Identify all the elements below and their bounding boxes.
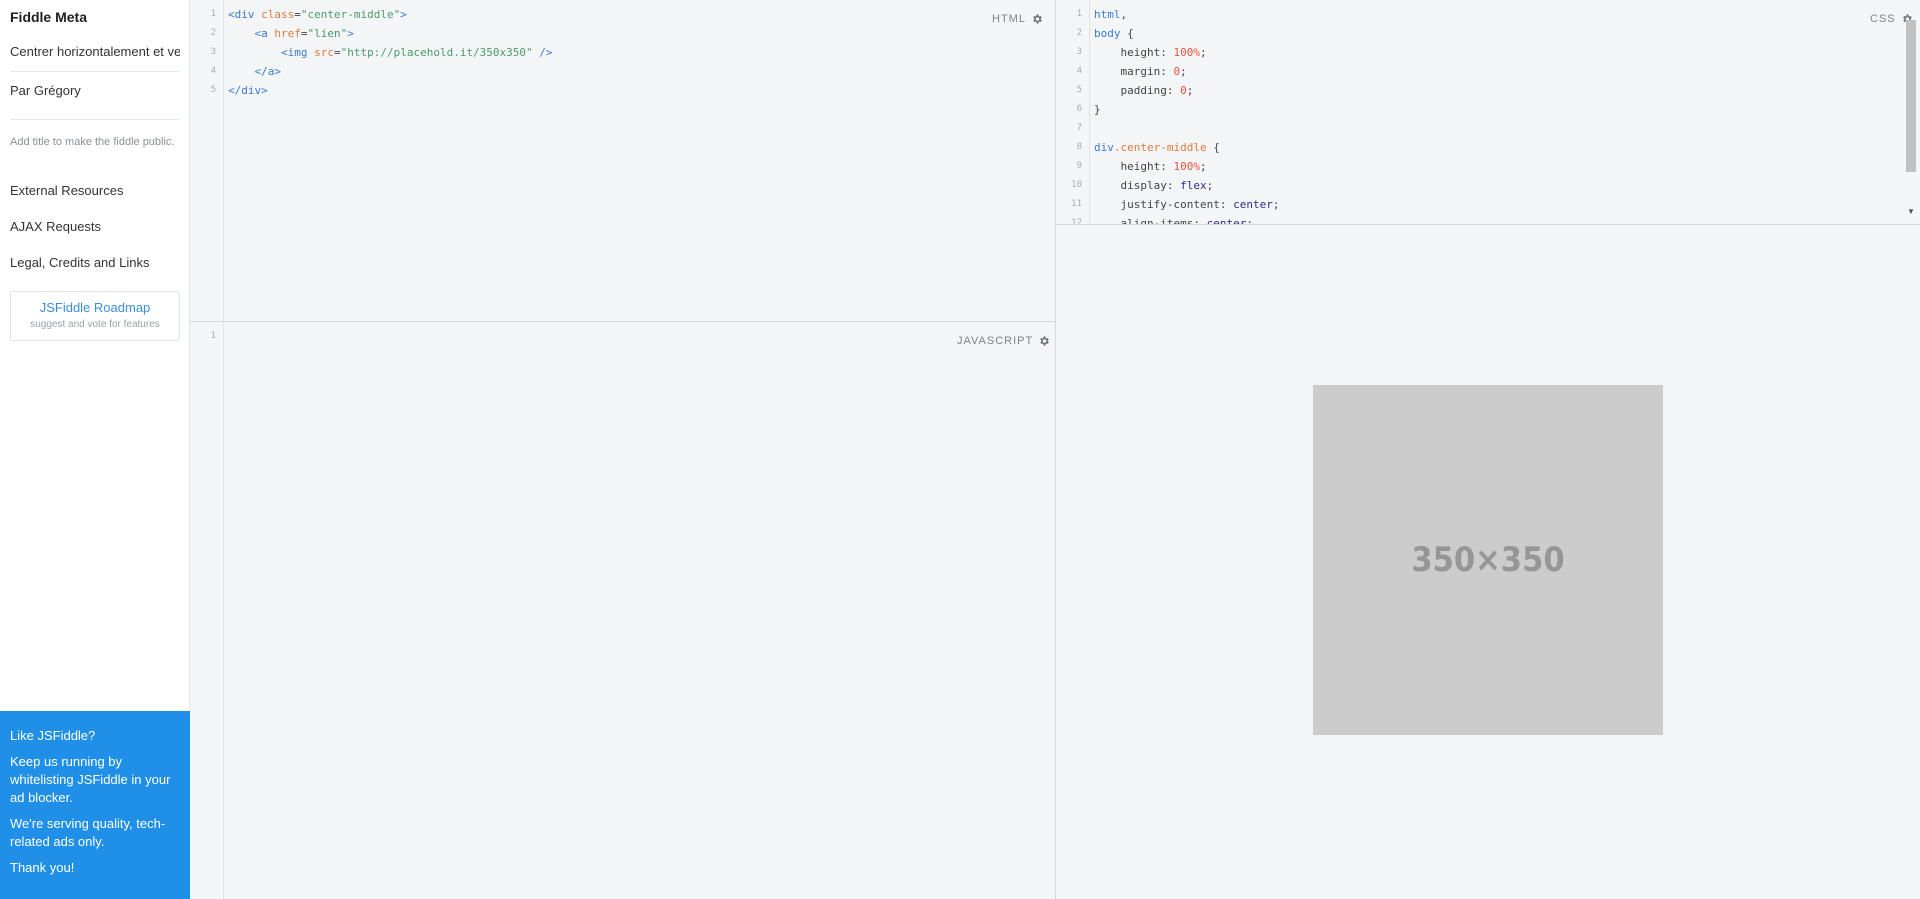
sidebar-hint: Add title to make the fiddle public. bbox=[10, 136, 175, 148]
sidebar-link-legal[interactable]: Legal, Credits and Links bbox=[10, 255, 149, 270]
line-number: 6 bbox=[1076, 104, 1082, 114]
promo-line-3: Thank you! bbox=[10, 860, 75, 875]
line-number: 2 bbox=[210, 28, 216, 38]
css-gutter: 1 2 3 4 5 6 7 8 9 10 11 12 bbox=[1056, 0, 1090, 224]
html-js-divider[interactable] bbox=[190, 321, 1055, 322]
sidebar: Fiddle Meta Centrer horizontalement et v… bbox=[0, 0, 190, 899]
scroll-down-arrow-icon[interactable]: ▼ bbox=[1906, 208, 1916, 216]
line-number: 5 bbox=[1076, 85, 1082, 95]
promo-line-1: Keep us running by whitelisting JSFiddle… bbox=[10, 754, 171, 805]
sidebar-link-ajax-requests[interactable]: AJAX Requests bbox=[10, 219, 101, 234]
html-panel-label[interactable]: HTML bbox=[992, 13, 1043, 25]
fiddle-title-input[interactable]: Centrer horizontalement et ve bbox=[10, 44, 180, 72]
js-gutter: 1 bbox=[190, 322, 224, 899]
css-scrollbar[interactable] bbox=[1906, 20, 1916, 172]
sidebar-link-external-resources[interactable]: External Resources bbox=[10, 183, 123, 198]
line-number: 5 bbox=[210, 85, 216, 95]
placeholder-image[interactable]: 350×350 bbox=[1313, 385, 1663, 735]
javascript-label-text: JAVASCRIPT bbox=[957, 335, 1034, 347]
gear-icon[interactable] bbox=[1031, 13, 1043, 25]
line-number: 9 bbox=[1076, 161, 1082, 171]
roadmap-button[interactable]: JSFiddle Roadmap suggest and vote for fe… bbox=[10, 291, 180, 341]
line-number: 4 bbox=[1076, 66, 1082, 76]
result-panel: 350×350 bbox=[1056, 225, 1920, 899]
line-number: 11 bbox=[1071, 199, 1082, 209]
line-number: 2 bbox=[1076, 28, 1082, 38]
line-number: 7 bbox=[1076, 123, 1082, 133]
html-label-text: HTML bbox=[992, 13, 1026, 25]
placeholder-text: 350×350 bbox=[1411, 540, 1565, 580]
gear-icon[interactable] bbox=[1038, 335, 1050, 347]
adblock-promo: Like JSFiddle? Keep us running by whitel… bbox=[0, 711, 190, 899]
javascript-panel-label[interactable]: JAVASCRIPT bbox=[957, 335, 1050, 347]
sidebar-title: Fiddle Meta bbox=[10, 9, 88, 25]
line-number: 4 bbox=[210, 66, 216, 76]
line-number: 10 bbox=[1071, 180, 1082, 190]
line-number: 1 bbox=[1076, 9, 1082, 19]
fiddle-author-field[interactable]: Par Grégory bbox=[10, 83, 180, 120]
promo-line-2: We're serving quality, tech-related ads … bbox=[10, 816, 166, 849]
line-number: 1 bbox=[210, 9, 216, 19]
css-editor[interactable]: 1 2 3 4 5 6 7 8 9 10 11 12 html, body { … bbox=[1056, 0, 1920, 224]
line-number: 8 bbox=[1076, 142, 1082, 152]
javascript-editor[interactable]: 1 JAVASCRIPT bbox=[190, 322, 1055, 899]
promo-heading: Like JSFiddle? bbox=[10, 728, 96, 743]
html-editor[interactable]: 1 2 3 4 5 <div class="center-middle"> <a… bbox=[190, 0, 1055, 321]
css-code[interactable]: html, body { height: 100%; margin: 0; pa… bbox=[1094, 5, 1279, 224]
roadmap-subtitle: suggest and vote for features bbox=[30, 319, 160, 330]
line-number: 3 bbox=[210, 47, 216, 57]
css-label-text: CSS bbox=[1870, 13, 1896, 25]
html-gutter: 1 2 3 4 5 bbox=[190, 0, 224, 321]
line-number: 1 bbox=[210, 331, 216, 341]
line-number: 3 bbox=[1076, 47, 1082, 57]
html-code[interactable]: <div class="center-middle"> <a href="lie… bbox=[228, 5, 553, 100]
roadmap-title: JSFiddle Roadmap bbox=[39, 300, 151, 315]
